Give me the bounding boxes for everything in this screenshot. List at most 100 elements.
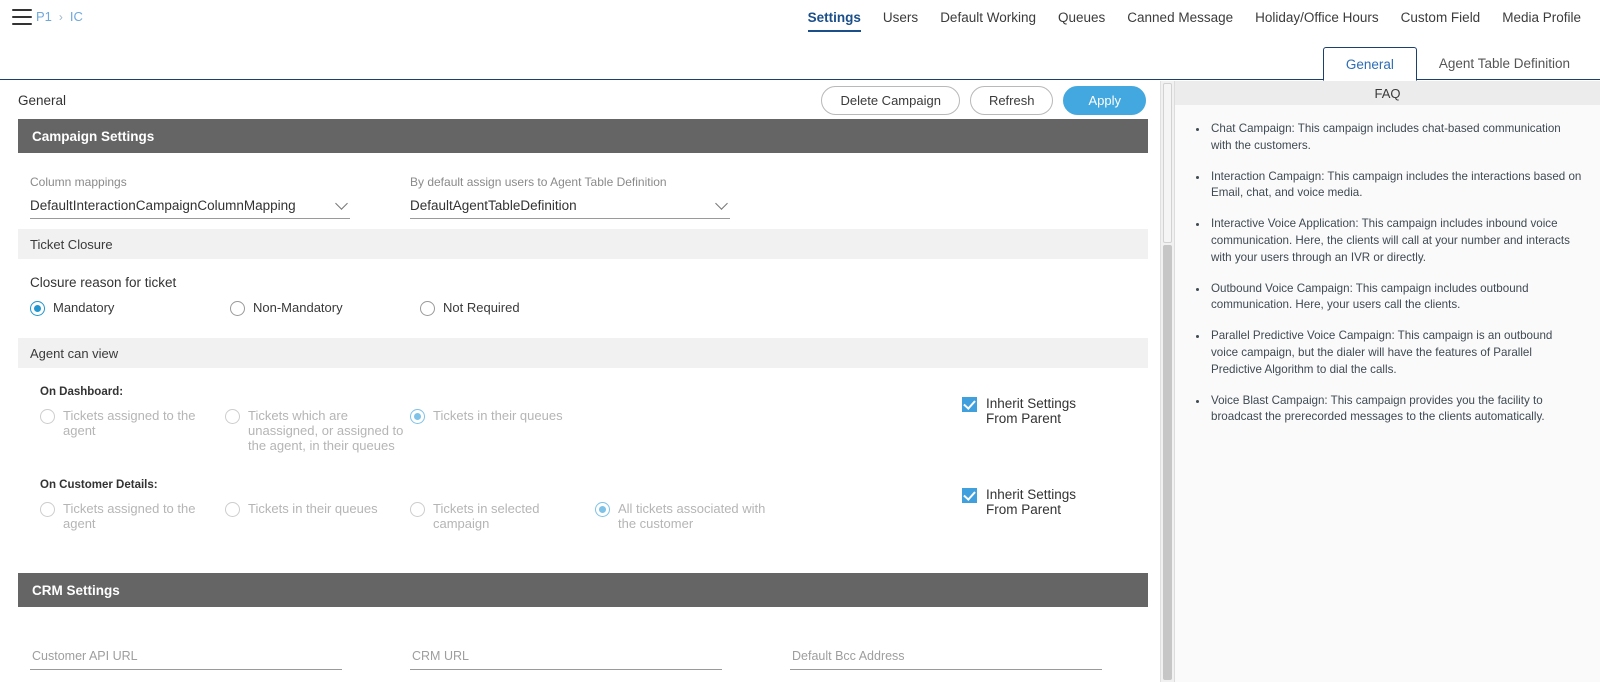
tab-general[interactable]: General <box>1322 46 1417 81</box>
radio-indicator <box>410 409 425 424</box>
radio-indicator <box>225 502 240 517</box>
application-window: P1 › IC Settings Users Default Working Q… <box>0 0 1600 682</box>
radio-label: All tickets associated with the customer <box>618 501 766 531</box>
radio-option-dashboard-unassigned-or-assigned[interactable]: Tickets which are unassigned, or assigne… <box>225 408 410 453</box>
sub-tab-bar: General Agent Table Definition <box>0 35 1600 81</box>
sub-tabs: General Agent Table Definition <box>1322 46 1592 81</box>
crm-url-field <box>410 647 722 670</box>
faq-item: Chat Campaign: This campaign includes ch… <box>1209 121 1582 155</box>
radio-option-customer-all-tickets[interactable]: All tickets associated with the customer <box>595 501 770 531</box>
crm-url-input[interactable] <box>410 648 722 664</box>
radio-label: Tickets in their queues <box>248 501 378 516</box>
scrollbar-track[interactable] <box>1163 245 1172 680</box>
on-dashboard-block: On Dashboard: Tickets assigned to the ag… <box>0 368 1160 453</box>
faq-item: Outbound Voice Campaign: This campaign i… <box>1209 281 1582 315</box>
radio-label: Mandatory <box>53 300 115 315</box>
nav-item-default-working[interactable]: Default Working <box>929 0 1047 35</box>
faq-item: Interaction Campaign: This campaign incl… <box>1209 169 1582 203</box>
faq-item: Interactive Voice Application: This camp… <box>1209 216 1582 266</box>
customer-api-url-field <box>30 647 342 670</box>
checkbox-label: Inherit Settings From Parent <box>986 487 1077 517</box>
checkbox-indicator <box>962 488 977 503</box>
inherit-settings-customer-details[interactable]: Inherit Settings From Parent <box>962 487 1098 517</box>
faq-list: Chat Campaign: This campaign includes ch… <box>1175 105 1600 426</box>
radio-label: Tickets in their queues <box>433 408 563 423</box>
closure-reason-radio-group: Mandatory Non-Mandatory Not Required <box>0 290 1160 316</box>
nav-item-settings[interactable]: Settings <box>797 0 872 35</box>
radio-indicator <box>410 502 425 517</box>
body-area: General Delete Campaign Refresh Apply Ca… <box>0 81 1600 682</box>
campaign-settings-fields: Column mappings DefaultInteractionCampai… <box>0 153 1160 229</box>
section-header-campaign-settings: Campaign Settings <box>18 119 1148 153</box>
radio-option-not-required[interactable]: Not Required <box>420 300 520 316</box>
default-bcc-address-input[interactable] <box>790 648 1102 664</box>
main-nav: Settings Users Default Working Queues Ca… <box>797 0 1592 35</box>
on-customer-details-block: On Customer Details: Tickets assigned to… <box>0 453 1160 531</box>
radio-indicator <box>40 409 55 424</box>
nav-item-custom-field[interactable]: Custom Field <box>1390 0 1492 35</box>
nav-item-holiday-office-hours[interactable]: Holiday/Office Hours <box>1244 0 1390 35</box>
crm-settings-fields <box>0 607 1160 670</box>
nav-item-users[interactable]: Users <box>872 0 929 35</box>
on-dashboard-label: On Dashboard: <box>40 386 124 398</box>
faq-item: Parallel Predictive Voice Campaign: This… <box>1209 328 1582 378</box>
breadcrumb-root[interactable]: P1 <box>36 9 52 24</box>
section-header-crm-settings: CRM Settings <box>18 573 1148 607</box>
customer-api-url-input[interactable] <box>30 648 342 664</box>
radio-option-dashboard-tickets-in-queues[interactable]: Tickets in their queues <box>410 408 595 453</box>
radio-option-non-mandatory[interactable]: Non-Mandatory <box>230 300 420 316</box>
agent-table-definition-field: By default assign users to Agent Table D… <box>410 175 730 219</box>
column-mappings-field: Column mappings DefaultInteractionCampai… <box>30 175 350 219</box>
faq-pane: FAQ Chat Campaign: This campaign include… <box>1174 81 1600 682</box>
form-header: General Delete Campaign Refresh Apply <box>0 81 1160 119</box>
agent-table-definition-select[interactable]: DefaultAgentTableDefinition <box>410 197 730 219</box>
radio-indicator <box>420 301 435 316</box>
radio-indicator <box>230 301 245 316</box>
radio-option-customer-tickets-in-queues[interactable]: Tickets in their queues <box>225 501 410 531</box>
radio-label: Tickets in selected campaign <box>433 501 540 531</box>
radio-option-customer-assigned-to-agent[interactable]: Tickets assigned to the agent <box>40 501 225 531</box>
radio-label: Tickets assigned to the agent <box>63 501 196 531</box>
column-mappings-value: DefaultInteractionCampaignColumnMapping <box>30 198 296 213</box>
radio-indicator <box>225 409 240 424</box>
checkbox-indicator <box>962 397 977 412</box>
agent-table-definition-value: DefaultAgentTableDefinition <box>410 198 577 213</box>
faq-item: Voice Blast Campaign: This campaign prov… <box>1209 393 1582 427</box>
nav-item-media-profile[interactable]: Media Profile <box>1491 0 1592 35</box>
closure-reason-label: Closure reason for ticket <box>30 275 177 290</box>
radio-label: Tickets which are unassigned, or assigne… <box>248 408 404 453</box>
radio-label: Non-Mandatory <box>253 300 343 315</box>
breadcrumb-current[interactable]: IC <box>70 9 83 24</box>
page-title: General <box>18 92 67 108</box>
radio-label: Tickets assigned to the agent <box>63 408 196 438</box>
chevron-down-icon <box>715 197 728 210</box>
faq-title: FAQ <box>1175 81 1600 105</box>
breadcrumb: P1 › IC <box>36 9 83 24</box>
form-scrollbar[interactable] <box>1160 81 1174 682</box>
nav-item-queues[interactable]: Queues <box>1047 0 1116 35</box>
radio-option-mandatory[interactable]: Mandatory <box>30 300 230 316</box>
radio-option-dashboard-assigned-to-agent[interactable]: Tickets assigned to the agent <box>40 408 225 453</box>
column-mappings-label: Column mappings <box>30 175 127 189</box>
nav-item-canned-message[interactable]: Canned Message <box>1116 0 1244 35</box>
tab-agent-table-definition[interactable]: Agent Table Definition <box>1417 47 1592 79</box>
inherit-settings-dashboard[interactable]: Inherit Settings From Parent <box>962 396 1098 426</box>
section-header-ticket-closure: Ticket Closure <box>18 229 1148 259</box>
radio-indicator <box>30 301 45 316</box>
delete-campaign-button[interactable]: Delete Campaign <box>821 86 960 115</box>
scrollbar-thumb[interactable] <box>1163 83 1172 243</box>
action-button-group: Delete Campaign Refresh Apply <box>821 86 1146 115</box>
radio-option-customer-selected-campaign[interactable]: Tickets in selected campaign <box>410 501 595 531</box>
default-bcc-address-field <box>790 647 1102 670</box>
chevron-down-icon <box>335 197 348 210</box>
apply-button[interactable]: Apply <box>1063 86 1146 115</box>
refresh-button[interactable]: Refresh <box>969 86 1054 115</box>
settings-form-pane: General Delete Campaign Refresh Apply Ca… <box>0 81 1160 682</box>
radio-indicator <box>40 502 55 517</box>
column-mappings-select[interactable]: DefaultInteractionCampaignColumnMapping <box>30 197 350 219</box>
agent-table-definition-label: By default assign users to Agent Table D… <box>410 175 667 189</box>
hamburger-menu-icon[interactable] <box>12 9 32 25</box>
checkbox-label: Inherit Settings From Parent <box>986 396 1077 426</box>
chevron-right-icon: › <box>58 9 63 24</box>
section-header-agent-can-view: Agent can view <box>18 338 1148 368</box>
